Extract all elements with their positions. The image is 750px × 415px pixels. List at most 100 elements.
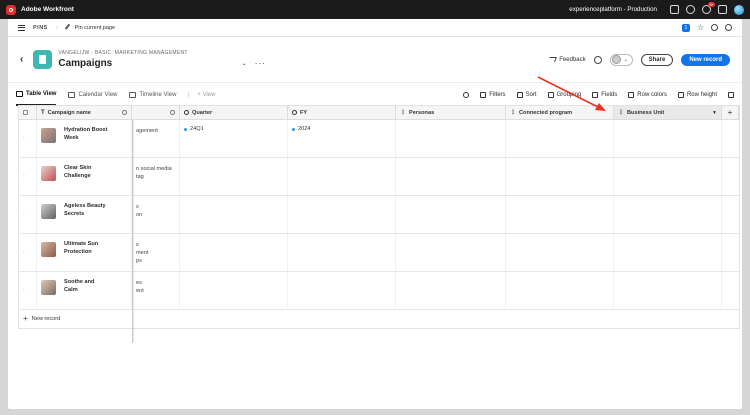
collaborators-dropdown[interactable]: ⌄: [609, 53, 633, 66]
personas-cell[interactable]: [396, 234, 506, 271]
sort-button[interactable]: Sort: [516, 91, 537, 98]
history-icon[interactable]: [711, 24, 718, 31]
filters-button[interactable]: Filters: [480, 91, 506, 98]
business-unit-cell[interactable]: [614, 158, 722, 195]
connected-program-cell[interactable]: [506, 120, 614, 157]
pins-label: PINS: [33, 24, 48, 31]
expand-icon[interactable]: ›: [19, 196, 37, 233]
business-unit-cell[interactable]: [614, 120, 722, 157]
menu-icon[interactable]: [18, 24, 25, 31]
fy-cell[interactable]: [288, 158, 396, 195]
fy-cell[interactable]: 2024: [288, 120, 396, 157]
feedback-button[interactable]: Feedback: [548, 57, 586, 63]
chat-icon[interactable]: [670, 5, 679, 14]
expand-icon[interactable]: ›: [19, 158, 37, 195]
campaign-name: Clear Skin Challenge: [64, 165, 92, 179]
apps-grid-icon[interactable]: [718, 5, 727, 14]
connected-program-cell[interactable]: [506, 272, 614, 309]
objective-cell[interactable]: agement: [132, 120, 180, 157]
info-icon[interactable]: [170, 110, 175, 115]
business-unit-cell[interactable]: [614, 272, 722, 309]
search-icon[interactable]: [725, 24, 732, 31]
personas-cell[interactable]: [396, 196, 506, 233]
history-icon[interactable]: [593, 55, 602, 64]
column-label: Campaign name: [47, 109, 91, 116]
personas-cell[interactable]: [396, 272, 506, 309]
campaign-name: Ageless Beauty Secrets: [64, 203, 106, 217]
table-row[interactable]: › Hydration Boost Week agement 24Q1 2024: [19, 120, 739, 158]
caret-down-icon[interactable]: ▼: [712, 110, 717, 116]
campaign-name-cell[interactable]: Soothe and Calm: [37, 272, 132, 309]
objective-cell[interactable]: s on: [132, 196, 180, 233]
campaign-name-cell[interactable]: Ultimate Sun Protection: [37, 234, 132, 271]
objective-cell[interactable]: n social media tag: [132, 158, 180, 195]
objective-cell[interactable]: s ment ps: [132, 234, 180, 271]
business-unit-cell[interactable]: [614, 196, 722, 233]
share-button[interactable]: Share: [640, 53, 674, 66]
business-unit-cell[interactable]: [614, 234, 722, 271]
column-header-campaign-name[interactable]: T Campaign name: [37, 106, 132, 119]
column-header-quarter[interactable]: Quarter: [180, 106, 288, 119]
pin-current-page-button[interactable]: Pin current page: [64, 23, 115, 32]
row-height-label: Row height: [686, 91, 717, 98]
column-header-fy[interactable]: FY: [288, 106, 396, 119]
help-icon[interactable]: [686, 5, 695, 14]
new-record-button[interactable]: New record: [681, 53, 730, 66]
star-icon[interactable]: ☆: [697, 24, 704, 32]
quarter-cell[interactable]: [180, 234, 288, 271]
fy-cell[interactable]: [288, 234, 396, 271]
campaign-name-cell[interactable]: Clear Skin Challenge: [37, 158, 132, 195]
expand-icon[interactable]: ›: [19, 234, 37, 271]
main-panel: PINS › Pin current page 1 ☆ ‹ VANGELIJW …: [8, 19, 742, 409]
connected-program-cell[interactable]: [506, 196, 614, 233]
table-row[interactable]: › Soothe and Calm es ent: [19, 272, 739, 310]
column-header-personas[interactable]: ⋮ Personas: [396, 106, 506, 119]
tab-timeline-view[interactable]: Timeline View: [129, 83, 176, 106]
quarter-cell[interactable]: [180, 196, 288, 233]
campaign-name-cell[interactable]: Ageless Beauty Secrets: [37, 196, 132, 233]
row-colors-button[interactable]: Row colors: [628, 91, 667, 98]
add-column-button[interactable]: +: [722, 106, 739, 119]
pin-icon: [64, 23, 73, 32]
quarter-cell[interactable]: [180, 158, 288, 195]
column-header-business-unit[interactable]: ⋮ Business Unit ▼: [614, 106, 722, 119]
select-all-checkbox-cell[interactable]: [19, 106, 37, 119]
chevron-down-icon[interactable]: ⌄: [242, 60, 247, 67]
fy-cell[interactable]: [288, 196, 396, 233]
more-options-icon[interactable]: ···: [255, 59, 266, 68]
info-icon[interactable]: [122, 110, 127, 115]
column-header-objective[interactable]: [132, 106, 180, 119]
calendar-icon: [68, 91, 76, 98]
search-icon[interactable]: [463, 91, 470, 98]
breadcrumb[interactable]: VANGELIJW - BASIC: MARKETING MANAGEMENT: [58, 50, 187, 56]
objective-cell[interactable]: es ent: [132, 272, 180, 309]
personas-cell[interactable]: [396, 120, 506, 157]
page-title: Campaigns: [58, 58, 113, 69]
table-header: T Campaign name Quarter FY ⋮ Personas ⋮ …: [19, 106, 739, 120]
tab-label: Table View: [26, 90, 57, 97]
tab-calendar-view[interactable]: Calendar View: [68, 83, 117, 106]
environment-switcher[interactable]: experienceplatform - Production: [569, 6, 657, 13]
table-row[interactable]: › Clear Skin Challenge n social media ta…: [19, 158, 739, 196]
tab-table-view[interactable]: Table View: [16, 83, 57, 106]
new-record-row-button[interactable]: + New record: [19, 310, 739, 327]
connected-program-cell[interactable]: [506, 234, 614, 271]
expand-icon[interactable]: ›: [19, 272, 37, 309]
expand-icon[interactable]: ›: [19, 120, 37, 157]
user-avatar[interactable]: [734, 4, 744, 15]
fy-cell[interactable]: [288, 272, 396, 309]
personas-cell[interactable]: [396, 158, 506, 195]
quarter-cell[interactable]: [180, 272, 288, 309]
row-height-button[interactable]: Row height: [677, 91, 717, 98]
connected-program-cell[interactable]: [506, 158, 614, 195]
table-row[interactable]: › Ultimate Sun Protection s ment ps: [19, 234, 739, 272]
add-view-button[interactable]: + View: [188, 91, 215, 98]
quarter-cell[interactable]: 24Q1: [180, 120, 288, 157]
notifications-icon[interactable]: 9+: [702, 2, 715, 14]
back-arrow-icon[interactable]: ‹: [20, 54, 23, 65]
campaign-name-cell[interactable]: Hydration Boost Week: [37, 120, 132, 157]
pinned-count-badge[interactable]: 1: [681, 23, 690, 32]
table-row[interactable]: › Ageless Beauty Secrets s on: [19, 196, 739, 234]
fullscreen-icon[interactable]: [728, 91, 734, 98]
connection-icon: ⋮: [618, 110, 624, 116]
